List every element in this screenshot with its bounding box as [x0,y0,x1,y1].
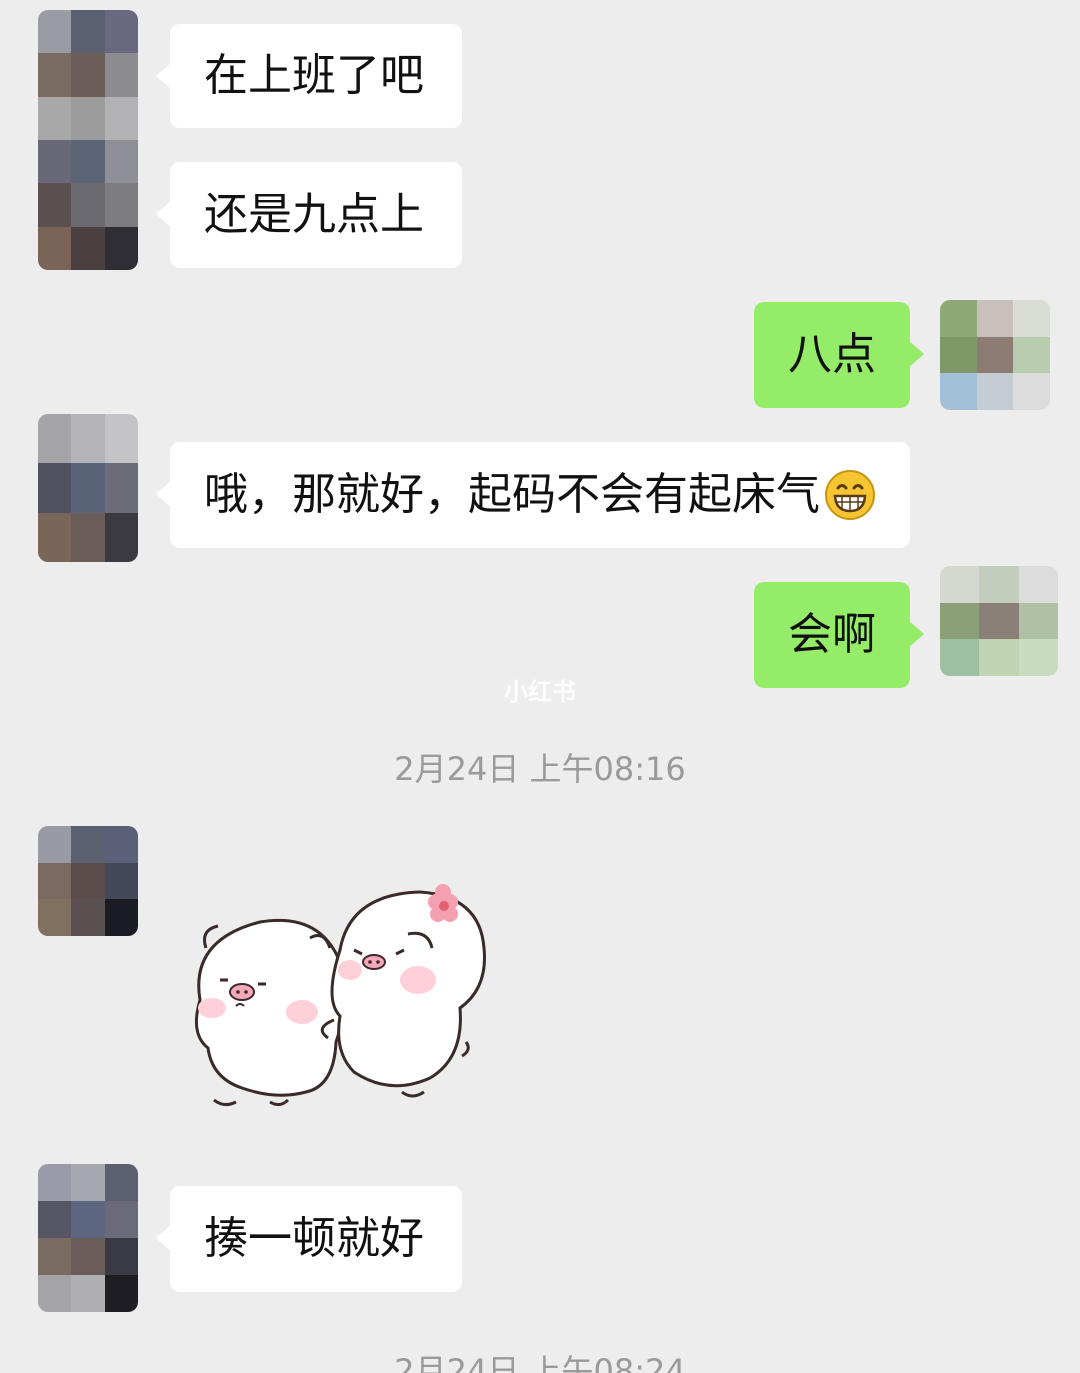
piglet-left [194,918,346,1107]
message-text: 哦，那就好，起码不会有起床气 [204,469,820,520]
message-bubble-incoming[interactable]: 揍一顿就好 [156,1186,462,1292]
message-bubble-outgoing[interactable]: 会啊 [754,582,924,688]
contact-avatar[interactable] [38,414,138,562]
timestamp: 2月24日 上午08:16 [394,750,686,788]
flower-icon [428,884,458,922]
message-text: 揍一顿就好 [204,1213,424,1264]
message-bubble-incoming[interactable]: 在上班了吧 [156,24,462,128]
two-piglets-sticker[interactable] [170,880,490,1120]
message-text: 还是九点上 [204,189,424,240]
message-text: 在上班了吧 [204,50,424,101]
watermark: 小红书 [504,678,576,706]
contact-avatar[interactable] [38,10,138,270]
chat-screen: 在上班了吧 还是九点上 八点 哦，那就好，起码不会有起床气 会啊 小红书 2月2… [0,0,1080,1373]
own-avatar[interactable] [940,566,1058,676]
message-text: 会啊 [788,609,876,660]
contact-avatar[interactable] [38,826,138,936]
message-bubble-incoming[interactable]: 哦，那就好，起码不会有起床气 [156,442,910,548]
grinning-face-icon [825,470,875,520]
message-bubble-incoming[interactable]: 还是九点上 [156,162,462,268]
timestamp: 2月24日 上午08:24 [394,1352,686,1373]
piglet-right [320,884,486,1098]
contact-avatar[interactable] [38,1164,138,1312]
message-text: 八点 [788,329,876,380]
own-avatar[interactable] [940,300,1050,410]
message-bubble-outgoing[interactable]: 八点 [754,302,924,408]
